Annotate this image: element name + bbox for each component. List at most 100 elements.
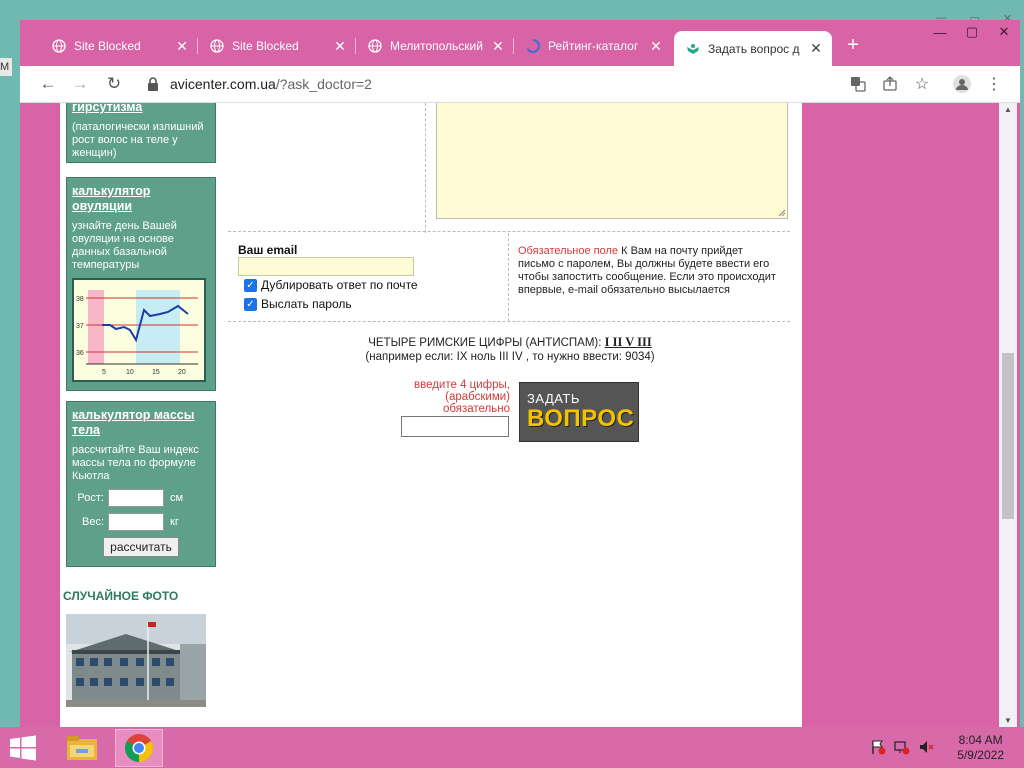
left-sidebar: гирсутизма (паталогически излишний рост … [60,103,218,727]
random-photo-title: СЛУЧАЙНОЕ ФОТО [63,589,179,603]
tab-title: Site Blocked [74,39,141,53]
divider [228,231,790,232]
back-icon[interactable]: ← [36,72,60,96]
tab-title: Рейтинг-каталог [548,39,639,53]
send-password-checkbox[interactable]: ✓ Выслать пароль [244,297,352,311]
divider [508,233,509,321]
tab-5-active[interactable]: Задать вопрос д ✕ [674,31,832,66]
weight-label: Вес: [81,516,104,528]
height-unit: см [170,492,184,504]
tab-title: Задать вопрос д [708,41,800,56]
tab-2[interactable]: Site Blocked ✕ [198,31,356,61]
height-label: Рост: [77,492,104,504]
taskbar-clock[interactable]: 8:04 AM 5/9/2022 [957,733,1004,763]
scroll-up-icon[interactable]: ▲ [1004,105,1012,114]
sidebar-box-ovulation: калькулятор овуляции узнайте день Вашей … [66,177,216,391]
forward-icon[interactable]: → [68,72,92,96]
antispam-block: ЧЕТЫРЕ РИМСКИЕ ЦИФРЫ (АНТИСПАМ): I II V … [238,335,782,364]
browser-toolbar: ← → ↻ avicenter.com.ua/?ask_doctor=2 ☆ ⋮ [20,66,1020,103]
ovulation-calculator-link[interactable]: калькулятор овуляции [72,184,210,214]
tab-3[interactable]: Мелитопольский ✕ [356,31,514,61]
tab-title: Мелитопольский [390,39,483,53]
divider [228,321,790,322]
scroll-down-icon[interactable]: ▼ [1004,716,1012,725]
network-icon[interactable] [894,739,910,755]
chrome-taskbar-icon[interactable] [115,729,163,767]
chart-x-tick: 10 [126,369,134,376]
digits-note-line: обязательно [443,403,510,415]
windows-start-icon[interactable] [8,735,38,761]
new-tab-icon[interactable]: + [842,34,864,56]
duplicate-answer-label: Дублировать ответ по почте [261,278,418,292]
share-icon[interactable] [878,72,902,96]
scrollbar-thumb[interactable] [1002,353,1014,519]
taskbar: 8:04 AM 5/9/2022 [0,727,1024,768]
checkbox-checked-icon[interactable]: ✓ [244,297,257,311]
action-center-flag-icon[interactable] [870,739,886,755]
globe-icon [368,39,382,53]
tab-close-icon[interactable]: ✕ [648,38,664,55]
system-tray [870,739,934,755]
tab-close-icon[interactable]: ✕ [332,38,348,55]
tab-close-icon[interactable]: ✕ [174,38,190,55]
window-minimize-icon[interactable]: — [924,20,956,44]
lock-icon[interactable] [146,76,160,92]
email-label: Ваш email [238,243,298,257]
url-host: avicenter.com.ua [170,76,276,92]
bmi-desc: рассчитайте Ваш индекс массы тела по фор… [72,444,199,482]
site-icon [686,42,700,56]
tab-close-icon[interactable]: ✕ [808,40,824,57]
send-password-label: Выслать пароль [261,297,352,311]
window-close-icon[interactable]: ✕ [988,20,1020,44]
browser-window: Site Blocked ✕ Site Blocked ✕ Мелитополь… [20,20,1020,727]
page-content: гирсутизма (паталогически излишний рост … [60,103,802,727]
url-text: avicenter.com.ua/?ask_doctor=2 [170,76,372,92]
address-bar[interactable]: avicenter.com.ua/?ask_doctor=2 [132,70,832,98]
reload-icon[interactable]: ↻ [102,72,126,96]
email-input[interactable] [238,257,414,276]
checkbox-checked-icon[interactable]: ✓ [244,278,257,292]
chart-x-tick: 5 [102,369,106,376]
file-explorer-icon[interactable] [58,729,106,767]
digits-note: введите 4 цифры, (арабскими) обязательно [396,379,510,415]
question-textarea[interactable] [436,103,788,219]
ovulation-chart-image[interactable]: 38 37 36 5 10 15 20 [72,278,206,382]
tab-close-icon[interactable]: ✕ [490,38,506,55]
volume-muted-icon[interactable] [918,739,934,755]
globe-icon [52,39,66,53]
resize-handle-icon[interactable] [778,209,786,217]
bookmark-star-icon[interactable]: ☆ [910,72,934,96]
digits-note-line: введите 4 цифры, [413,379,510,391]
height-row: Рост: см [72,489,210,507]
vertical-scrollbar[interactable]: ▲ ▼ [999,103,1017,727]
weight-unit: кг [170,516,179,528]
antispam-prefix: ЧЕТЫРЕ РИМСКИЕ ЦИФРЫ (АНТИСПАМ): [368,337,602,349]
sidebar-box-bmi: калькулятор массы тела рассчитайте Ваш и… [66,401,216,567]
height-input[interactable] [108,489,164,507]
chart-y-tick: 36 [76,350,84,357]
tab-1[interactable]: Site Blocked ✕ [40,31,198,61]
required-field-label: Обязательное поле [518,245,619,257]
tab-title: Site Blocked [232,39,299,53]
calculate-button[interactable]: рассчитать [103,537,179,557]
page-viewport: гирсутизма (паталогически излишний рост … [20,103,1020,727]
window-maximize-icon[interactable]: ▢ [956,20,988,44]
menu-icon[interactable]: ⋮ [982,72,1006,96]
bmi-calculator-link[interactable]: калькулятор массы тела [72,408,210,438]
weight-input[interactable] [108,513,164,531]
ask-button-big-text: ВОПРОС [527,405,635,432]
hirsutism-link[interactable]: гирсутизма [72,103,210,115]
profile-icon[interactable] [950,72,974,96]
chart-y-tick: 37 [76,323,84,330]
random-photo[interactable] [66,614,206,707]
antispam-code: I II V III [604,335,652,349]
main-form-area: Ваш email ✓ Дублировать ответ по почте ✓… [218,103,802,727]
antispam-input[interactable] [401,416,509,437]
ask-question-button[interactable]: ЗАДАТЬ ВОПРОС [519,382,639,442]
antispam-line: ЧЕТЫРЕ РИМСКИЕ ЦИФРЫ (АНТИСПАМ): I II V … [238,335,782,350]
translate-icon[interactable] [846,72,870,96]
duplicate-answer-checkbox[interactable]: ✓ Дублировать ответ по почте [244,278,418,292]
window-controls: — ▢ ✕ [924,20,1020,44]
antispam-example: (например если: IX ноль III IV , то нужн… [365,351,655,363]
tab-4[interactable]: Рейтинг-каталог ✕ [514,31,672,61]
